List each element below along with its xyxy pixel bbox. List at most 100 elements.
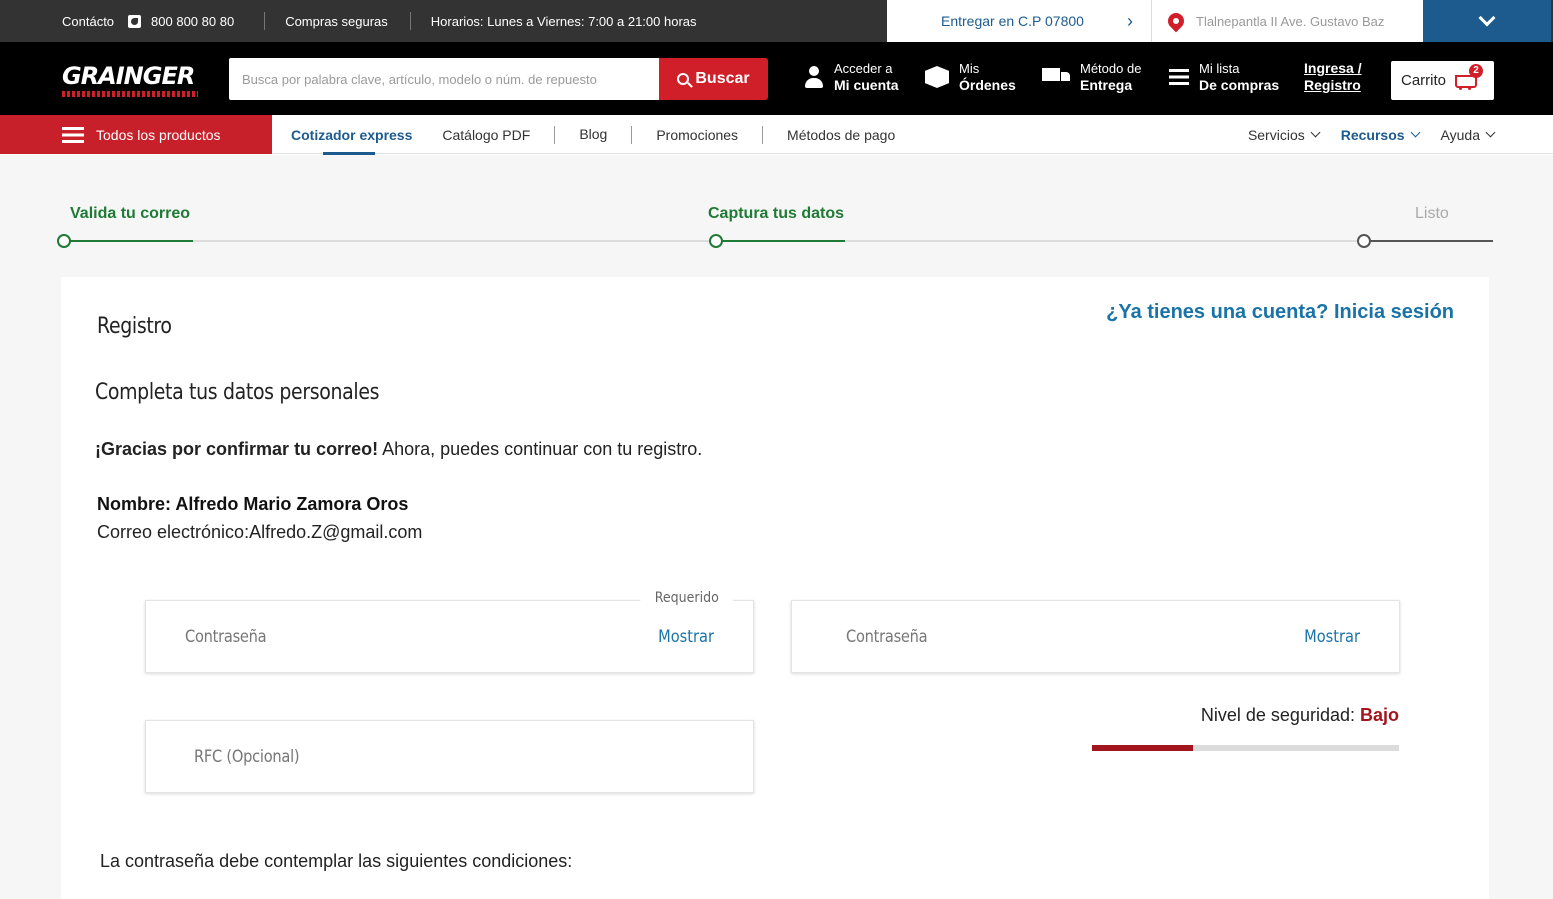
strength-label: Nivel de seguridad: bbox=[1200, 705, 1360, 725]
nav-link-promociones[interactable]: Promociones bbox=[656, 127, 738, 143]
nav-link-blog[interactable]: Blog bbox=[579, 126, 607, 142]
step-label-capture-data: Captura tus datos bbox=[708, 205, 845, 222]
phone-icon bbox=[128, 14, 142, 28]
confirmation-rest: Ahora, puedes continuar con tu registro. bbox=[378, 439, 703, 459]
delivery-method-link[interactable]: Método de Entrega bbox=[1042, 60, 1141, 94]
stepper-progress-3 bbox=[1364, 240, 1493, 242]
chevron-down-icon bbox=[1485, 127, 1496, 138]
chevron-down-icon bbox=[1310, 127, 1321, 138]
category-nav: Todos los productos Cotizador express Ca… bbox=[0, 115, 1553, 155]
logo-text: GRAINGER bbox=[62, 62, 195, 90]
orders-line2: Órdenes bbox=[959, 77, 1016, 93]
cart-label: Carrito bbox=[1401, 72, 1447, 89]
shopping-list-link[interactable]: Mi lista De compras bbox=[1169, 60, 1279, 94]
location-dropdown-toggle[interactable] bbox=[1423, 0, 1551, 42]
signin-link[interactable]: ¿Ya tienes una cuenta? Inicia sesión bbox=[1106, 301, 1454, 324]
delivery-line2: Entrega bbox=[1080, 77, 1133, 93]
account-line2: Mi cuenta bbox=[834, 77, 899, 93]
contact-label[interactable]: Contácto bbox=[62, 14, 114, 29]
password-placeholder: Contraseña bbox=[185, 627, 267, 647]
step-dot-3 bbox=[1357, 234, 1371, 248]
top-info: Contácto 800 800 80 80 Compras seguras H… bbox=[0, 0, 697, 42]
step-label-validate-email: Valida tu correo bbox=[70, 205, 191, 222]
search-button[interactable]: Buscar bbox=[659, 58, 768, 100]
search-button-label: Buscar bbox=[695, 70, 750, 87]
my-account-link[interactable]: Acceder a Mi cuenta bbox=[804, 60, 899, 94]
my-orders-link[interactable]: Mis Órdenes bbox=[925, 60, 1016, 94]
logo-stripe bbox=[62, 91, 198, 97]
delivery-line1: Método de bbox=[1080, 61, 1142, 76]
strength-level: Bajo bbox=[1359, 705, 1399, 725]
step-dot-2 bbox=[709, 234, 723, 248]
nav-right-menus: Servicios Recursos Ayuda bbox=[1247, 115, 1496, 154]
box-icon bbox=[925, 66, 949, 88]
services-label: Servicios bbox=[1247, 126, 1305, 143]
divider bbox=[631, 125, 633, 144]
login-line2: Registro bbox=[1304, 77, 1361, 93]
business-hours: Horarios: Lunes a Viernes: 7:00 a 21:00 … bbox=[430, 13, 697, 29]
list-icon bbox=[1169, 69, 1189, 85]
all-products-label: Todos los productos bbox=[96, 126, 221, 143]
strength-bar bbox=[1092, 745, 1399, 751]
rfc-placeholder: RFC (Opcional) bbox=[194, 747, 300, 767]
show-password-button[interactable]: Mostrar bbox=[658, 627, 714, 647]
all-products-menu[interactable]: Todos los productos bbox=[0, 115, 272, 154]
show-confirm-password-button[interactable]: Mostrar bbox=[1304, 627, 1360, 647]
step-dot-1 bbox=[57, 234, 71, 248]
stepper-progress-2 bbox=[716, 240, 845, 242]
main-header: GRAINGER Buscar Acceder a Mi cuenta Mis … bbox=[0, 42, 1553, 115]
account-line1: Acceder a bbox=[834, 61, 893, 76]
confirm-password-placeholder: Contraseña bbox=[846, 627, 928, 647]
help-label: Ayuda bbox=[1440, 126, 1480, 143]
login-register-link[interactable]: Ingresa / Registro bbox=[1304, 60, 1362, 94]
resources-label: Recursos bbox=[1340, 126, 1405, 143]
divider bbox=[409, 12, 411, 30]
confirm-password-field[interactable]: Contraseña Mostrar bbox=[791, 600, 1400, 673]
step-label-done: Listo bbox=[1415, 205, 1449, 222]
resources-dropdown[interactable]: Recursos bbox=[1340, 126, 1420, 143]
user-name: Nombre: Alfredo Mario Zamora Oros bbox=[97, 494, 409, 514]
list-line2: De compras bbox=[1199, 77, 1280, 93]
user-email: Correo electrónico:Alfredo.Z@gmail.com bbox=[97, 522, 423, 542]
store-location[interactable]: Tlalnepantla II Ave. Gustavo Baz bbox=[1152, 0, 1423, 42]
confirmation-bold: ¡Gracias por confirmar tu correo! bbox=[95, 439, 379, 459]
nav-link-cotizador[interactable]: Cotizador express bbox=[291, 127, 412, 155]
deliver-zip-button[interactable]: Entregar en C.P 07800 › bbox=[887, 0, 1152, 42]
help-dropdown[interactable]: Ayuda bbox=[1440, 126, 1496, 143]
grainger-logo[interactable]: GRAINGER bbox=[62, 62, 198, 97]
chevron-down-icon bbox=[1410, 127, 1420, 138]
login-line1: Ingresa / bbox=[1304, 60, 1362, 76]
password-strength: Nivel de seguridad: Bajo bbox=[1201, 705, 1399, 726]
secure-purchases: Compras seguras bbox=[285, 13, 388, 29]
nav-links: Cotizador express Catálogo PDF Blog Prom… bbox=[291, 115, 895, 155]
deliver-zip-label: Entregar en C.P 07800 bbox=[941, 13, 1084, 29]
stepper-progress-1 bbox=[64, 240, 193, 242]
user-icon bbox=[804, 66, 824, 88]
contact-phone[interactable]: 800 800 80 80 bbox=[151, 14, 234, 29]
rfc-field[interactable]: RFC (Opcional) bbox=[145, 720, 754, 793]
cart-count-badge: 2 bbox=[1469, 64, 1483, 78]
list-line1: Mi lista bbox=[1199, 61, 1240, 76]
chevron-down-icon bbox=[1478, 9, 1496, 27]
password-field[interactable]: Contraseña Mostrar Requerido bbox=[145, 590, 754, 673]
store-location-label: Tlalnepantla II Ave. Gustavo Baz bbox=[1196, 13, 1385, 29]
confirmation-message: ¡Gracias por confirmar tu correo! Ahora,… bbox=[95, 439, 702, 460]
registration-card: Registro ¿Ya tienes una cuenta? Inicia s… bbox=[61, 277, 1489, 899]
orders-line1: Mis bbox=[959, 61, 980, 76]
hamburger-menu-icon bbox=[62, 126, 84, 143]
divider bbox=[554, 125, 556, 144]
services-dropdown[interactable]: Servicios bbox=[1247, 126, 1321, 143]
nav-link-catalogo[interactable]: Catálogo PDF bbox=[442, 127, 530, 143]
page-title: Registro bbox=[97, 314, 172, 339]
nav-link-metodos-pago[interactable]: Métodos de pago bbox=[787, 127, 895, 143]
search-icon bbox=[677, 73, 690, 85]
divider bbox=[762, 125, 764, 144]
search-input[interactable] bbox=[229, 58, 659, 100]
section-subtitle: Completa tus datos personales bbox=[95, 380, 380, 405]
top-info-bar: Contácto 800 800 80 80 Compras seguras H… bbox=[0, 0, 1553, 42]
password-conditions-heading: La contraseña debe contemplar las siguie… bbox=[100, 851, 573, 871]
chevron-right-icon: › bbox=[1127, 10, 1133, 31]
strength-bar-fill bbox=[1092, 745, 1194, 751]
divider bbox=[264, 12, 266, 30]
map-pin-icon bbox=[1164, 9, 1188, 33]
